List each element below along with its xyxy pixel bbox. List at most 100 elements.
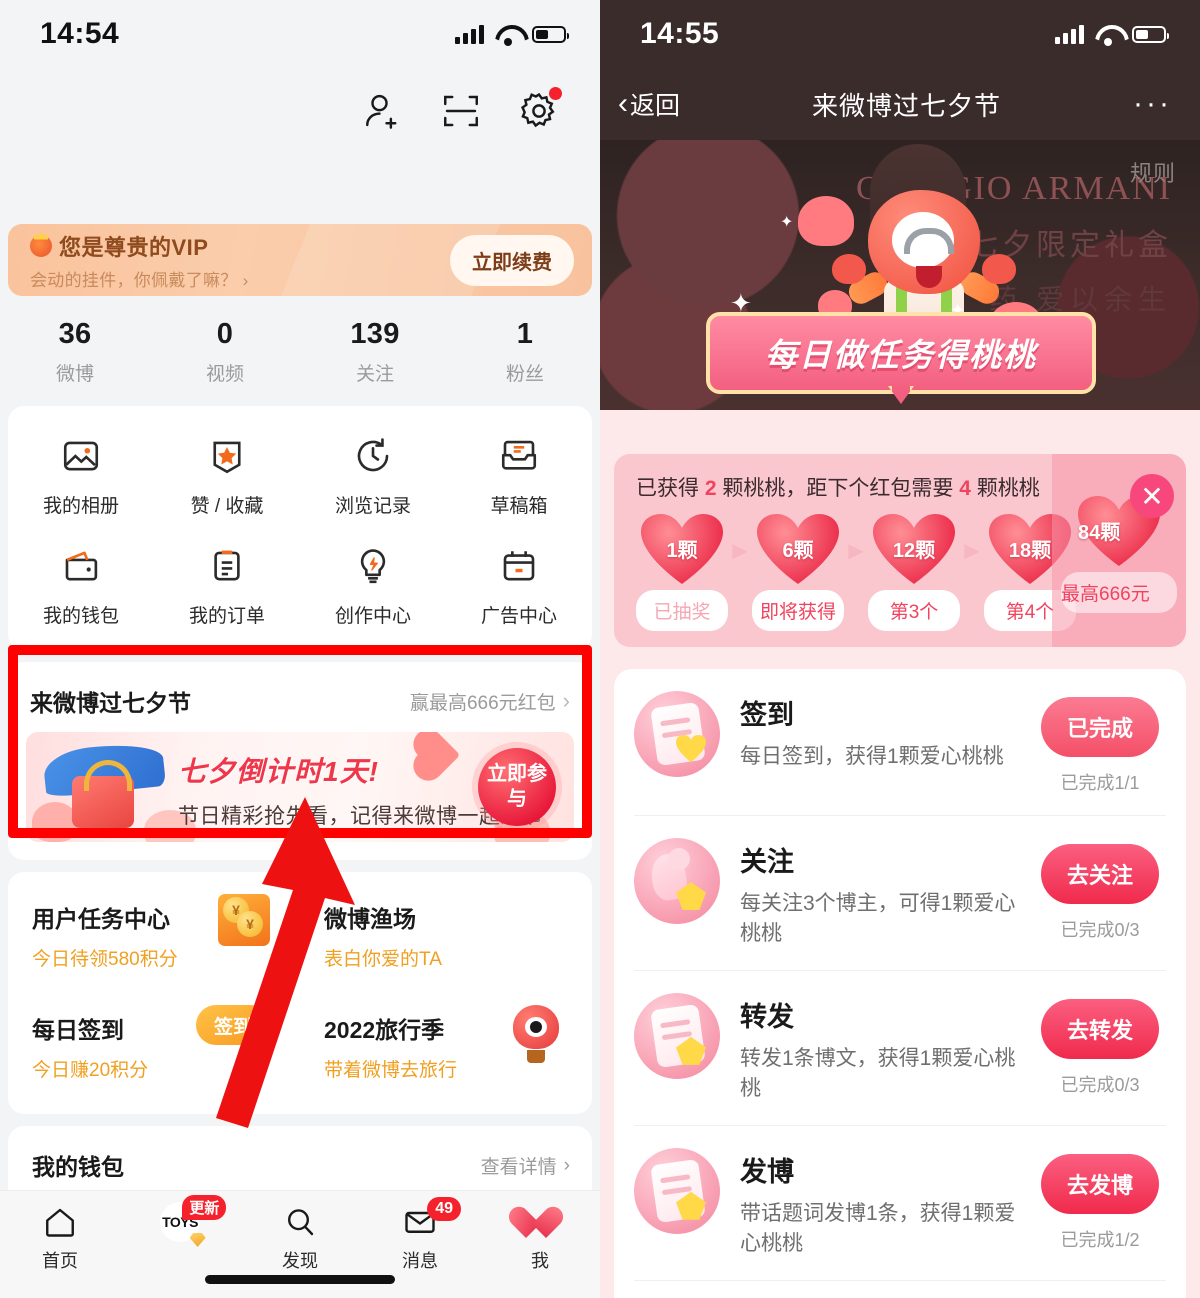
task-row: 用户任务中心 今日待领580积分 微博渔场 表白你爱的TA: [8, 878, 592, 989]
tab-discover[interactable]: 发现: [240, 1201, 360, 1273]
grid-item-label: 赞 / 收藏: [190, 496, 264, 517]
search-icon: [240, 1201, 360, 1243]
task-row: 每日签到 今日赚20积分 签到 2022旅行季 带着微博去旅行: [8, 989, 592, 1100]
peach-heart-icon: 1颗: [641, 514, 723, 586]
status-bar: 14:55: [600, 0, 1200, 68]
step-label: 已抽奖: [636, 590, 728, 631]
status-indicators: [455, 24, 569, 46]
task-cell-user-task-center[interactable]: 用户任务中心 今日待领580积分: [8, 878, 300, 989]
task-cell-daily-checkin[interactable]: 每日签到 今日赚20积分 签到: [8, 989, 300, 1100]
profile-heart-icon: [480, 1201, 600, 1243]
task-button[interactable]: 去关注: [1041, 844, 1159, 904]
vip-banner[interactable]: 您是尊贵的VIP 会动的挂件，你佩戴了嘛？ › 立即续费: [8, 224, 592, 296]
tab-me[interactable]: 我: [480, 1201, 600, 1273]
status-indicators: [1055, 24, 1169, 46]
stat-value: 36: [58, 318, 92, 350]
rules-link[interactable]: 规则: [1130, 156, 1176, 188]
close-icon[interactable]: ✕: [1130, 474, 1174, 518]
tab-label: 我: [531, 1251, 549, 1271]
task-button[interactable]: 已完成: [1041, 697, 1159, 757]
history-clock-icon: [300, 434, 446, 478]
qixi-header: 来微博过七夕节 赢最高666元红包 ›: [8, 662, 592, 732]
progress-step-3[interactable]: 12颗 第3个: [868, 514, 960, 631]
task-cell-travel-season[interactable]: 2022旅行季 带着微博去旅行: [300, 989, 592, 1100]
qixi-banner-image[interactable]: 七夕倒计时1天! 节日精彩抢先看，记得来微博一起过节 立即参与: [26, 732, 574, 842]
task-cell-fishing-pond[interactable]: 微博渔场 表白你爱的TA: [300, 878, 592, 989]
progress-step-2[interactable]: 6颗 即将获得: [752, 514, 844, 631]
signal-bars-icon: [1055, 24, 1084, 44]
task-button[interactable]: 去转发: [1041, 998, 1159, 1059]
task-text: 转发 转发1条博文，获得1颗爱心桃桃: [740, 993, 1034, 1105]
tab-home[interactable]: 首页: [0, 1201, 120, 1273]
stat-value: 0: [216, 318, 234, 350]
grid-item-ads[interactable]: 广告中心: [446, 544, 592, 628]
stat-weibo[interactable]: 36 微博: [0, 318, 150, 386]
stat-followers[interactable]: 1 粉丝: [450, 318, 600, 386]
vip-title-row: 您是尊贵的VIP: [30, 230, 450, 262]
grid-item-orders[interactable]: 我的订单: [154, 544, 300, 628]
stat-label: 微博: [55, 364, 94, 385]
list-item[interactable]: 转发 转发1条博文，获得1颗爱心桃桃 去转发 已完成0/3: [634, 971, 1166, 1126]
back-button[interactable]: ‹ 返回: [618, 86, 680, 122]
profile-top-actions: [0, 68, 600, 154]
task-button[interactable]: 去发博: [1041, 1153, 1159, 1214]
grid-item-creator[interactable]: 创作中心: [300, 544, 446, 628]
list-item[interactable]: 发博 带话题词发博1条，获得1颗爱心桃桃 去发博 已完成1/2: [634, 1126, 1166, 1281]
qixi-subtitle: 赢最高666元红包: [409, 692, 556, 714]
wallet-detail-link[interactable]: 查看详情 ›: [481, 1152, 570, 1179]
coin-stack-icon: [218, 894, 270, 946]
task-cell-subtitle: 今日赚20积分: [32, 1060, 149, 1081]
qixi-join-button[interactable]: 立即参与: [478, 748, 556, 826]
grid-item-drafts[interactable]: 草稿箱: [446, 434, 592, 518]
grid-item-wallet[interactable]: 我的钱包: [8, 544, 154, 628]
add-friend-icon[interactable]: [362, 90, 404, 132]
badge-star-icon: [154, 434, 300, 478]
list-item[interactable]: 关注 每关注3个博主，可得1颗爱心桃桃 去关注 已完成0/3: [634, 816, 1166, 971]
tab-label: 消息: [402, 1251, 438, 1271]
scan-qr-icon[interactable]: [440, 90, 482, 132]
step-label: 即将获得: [752, 590, 844, 631]
grid-item-album[interactable]: 我的相册: [8, 434, 154, 518]
task-description: 转发1条博文，获得1颗爱心桃桃: [740, 1046, 1016, 1101]
vip-subtitle-row: 会动的挂件，你佩戴了嘛？ ›: [30, 266, 450, 291]
vip-renew-button[interactable]: 立即续费: [450, 234, 574, 286]
settings-gear-icon[interactable]: [518, 87, 562, 132]
qixi-subtitle-row[interactable]: 赢最高666元红包 ›: [410, 688, 570, 715]
calendar-check-icon: [634, 691, 720, 777]
sparkle-icon: ✦: [780, 214, 794, 231]
message-badge: 49: [427, 1197, 461, 1221]
task-title: 发博: [740, 1156, 794, 1187]
grid-item-likes[interactable]: 赞 / 收藏: [154, 434, 300, 518]
task-title: 签到: [740, 700, 794, 730]
qixi-promo-card[interactable]: 来微博过七夕节 赢最高666元红包 › 七夕倒计时1天! 节日精彩抢先看，记得来…: [8, 662, 592, 860]
task-cell-subtitle: 今日待领580积分: [32, 949, 178, 970]
bottom-tab-bar: 首页 TOYS 更新 发现 49 消息 我: [0, 1190, 600, 1298]
chevron-left-icon: ‹: [618, 87, 628, 120]
stat-following[interactable]: 139 关注: [300, 318, 450, 386]
grid-item-label: 浏览记录: [334, 496, 411, 517]
grid-item-history[interactable]: 浏览记录: [300, 434, 446, 518]
list-item[interactable]: 评论 评论1条话题词博文，获得1颗爱心桃桃 去评论: [634, 1281, 1166, 1298]
drafts-inbox-icon: [446, 434, 592, 478]
diamond-icon: [189, 1233, 206, 1247]
grid-item-label: 我的订单: [188, 606, 265, 627]
list-item[interactable]: 签到 每日签到，获得1颗爱心桃桃 已完成 已完成1/1: [634, 669, 1166, 816]
battery-icon: [532, 25, 569, 43]
step-amount: 12颗: [892, 540, 936, 562]
sign-in-button[interactable]: 签到: [196, 1005, 270, 1045]
progress-text-mid: 颗桃桃，距下个红包需要: [722, 477, 954, 500]
stat-label: 关注: [355, 364, 394, 385]
heart-decor-icon: [798, 196, 854, 246]
progress-step-1[interactable]: 1颗 已抽奖: [636, 514, 728, 631]
tab-messages[interactable]: 49 消息: [360, 1197, 480, 1273]
red-suitcase-icon: [72, 760, 134, 828]
tab-toys[interactable]: TOYS 更新: [120, 1195, 240, 1247]
stat-video[interactable]: 0 视频: [150, 318, 300, 386]
task-text: 发博 带话题词发博1条，获得1颗爱心桃桃: [740, 1148, 1034, 1260]
home-icon: [0, 1201, 120, 1243]
more-options-icon[interactable]: ···: [1133, 89, 1172, 119]
chevron-right-icon: ›: [563, 1154, 570, 1176]
task-sheet: ✕ 已获得 2 颗桃桃，距下个红包需要 4 颗桃桃 1颗 已抽奖 ▶ 6颗 即将…: [600, 454, 1200, 1298]
task-progress: 已完成0/3: [1060, 1074, 1140, 1095]
user-task-cards: 用户任务中心 今日待领580积分 微博渔场 表白你爱的TA 每日签到 今日赚20…: [8, 872, 592, 1114]
